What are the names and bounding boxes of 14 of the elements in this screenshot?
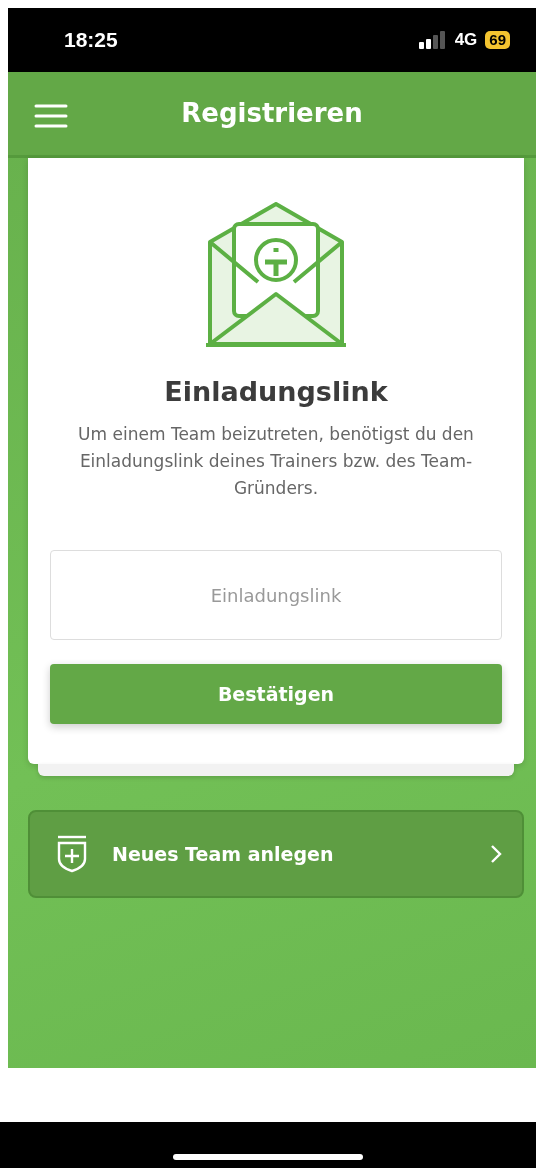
status-time: 18:25 bbox=[64, 27, 118, 54]
card-heading: Einladungslink bbox=[163, 375, 389, 409]
chevron-right-icon bbox=[490, 844, 502, 865]
card-description: Um einem Team beizutreten, benötigst du den Einladungslink deines Trainers bzw. des Team-Gründers. bbox=[77, 422, 475, 500]
signal-icon bbox=[418, 31, 447, 49]
menu-button[interactable] bbox=[34, 103, 68, 128]
new-team-button[interactable]: Neues Team anlegen bbox=[28, 810, 524, 899]
invite-link-field[interactable]: Einladungslink bbox=[50, 550, 502, 641]
confirm-button[interactable]: Bestätigen bbox=[50, 664, 502, 725]
shield-plus-icon bbox=[56, 835, 88, 874]
network-label: 4G bbox=[454, 29, 478, 52]
battery-indicator: 69 bbox=[485, 31, 510, 49]
envelope-icon bbox=[206, 202, 346, 348]
page-title: Registrieren bbox=[181, 97, 363, 130]
